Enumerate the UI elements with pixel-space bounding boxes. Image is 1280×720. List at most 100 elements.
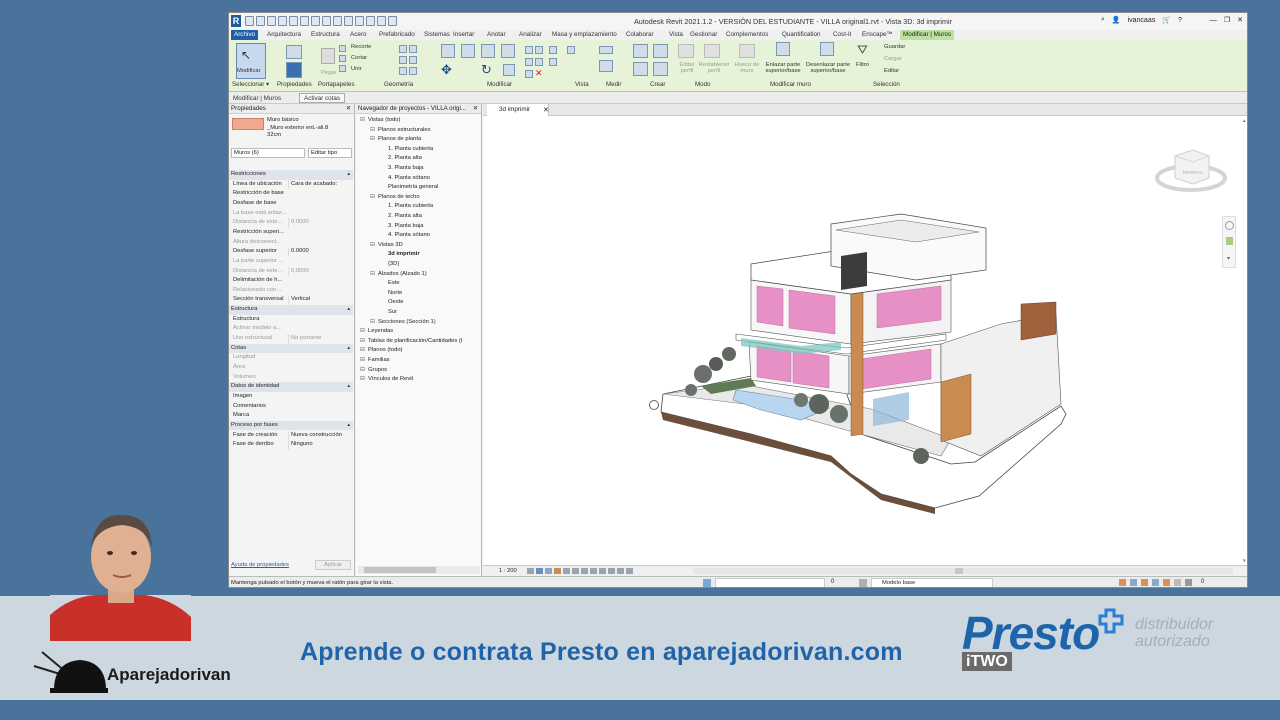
browser-item[interactable]: Familias — [368, 356, 390, 366]
section-icon[interactable] — [355, 16, 364, 26]
expand-toggle-icon[interactable]: ⊟ — [360, 366, 365, 376]
property-section[interactable]: Restricciones ▴ — [229, 170, 353, 180]
browser-item[interactable]: Alzados (Alzado 1) — [378, 270, 427, 280]
property-row[interactable]: Restricción de base — [229, 189, 353, 199]
array-icon[interactable] — [525, 58, 533, 66]
close-icon[interactable]: ✕ — [543, 106, 549, 114]
tab-masa-y-emplazamiento[interactable]: Masa y emplazamiento — [552, 30, 617, 40]
property-row[interactable]: Fase de creación Nueva construcción — [229, 430, 353, 441]
browser-item[interactable]: Planimetría general — [388, 183, 438, 193]
view-lines-icon[interactable] — [567, 46, 575, 54]
activate-dimensions-button[interactable]: Activar cotas — [299, 93, 346, 103]
measure-tool-icon[interactable] — [599, 46, 613, 54]
split-gap-icon[interactable] — [535, 46, 543, 54]
view-override-icon[interactable] — [549, 58, 557, 66]
tab-cost-it[interactable]: Cost-it — [833, 30, 851, 40]
collapse-icon[interactable]: ▴ — [347, 305, 350, 315]
property-value[interactable]: Ninguno — [288, 440, 348, 450]
browser-item[interactable]: Planos (todo) — [368, 346, 402, 356]
edit-selection-button[interactable]: Editar — [884, 68, 899, 74]
3d-model-view[interactable] — [641, 194, 1081, 524]
apply-button[interactable]: Aplicar — [315, 560, 351, 570]
expand-toggle-icon[interactable]: ⊟ — [360, 337, 365, 347]
property-value[interactable]: Vertical — [288, 295, 348, 306]
collapse-icon[interactable]: ▴ — [347, 170, 350, 180]
property-row[interactable]: Distancia de exte... 0.0000 — [229, 266, 353, 277]
revit-logo-icon[interactable]: R — [231, 15, 241, 27]
create-group-icon[interactable] — [633, 62, 648, 76]
sync-icon[interactable] — [267, 16, 276, 26]
browser-item[interactable]: Planos de planta — [378, 135, 421, 145]
property-row[interactable]: Estructura — [229, 315, 353, 325]
copy-icon[interactable] — [339, 45, 346, 52]
background-process-icon[interactable] — [1174, 579, 1181, 586]
expand-toggle-icon[interactable]: ⊟ — [370, 241, 375, 251]
paint-icon[interactable] — [409, 45, 417, 53]
search-icon[interactable]: ⌕ — [1101, 16, 1105, 24]
close-icon[interactable]: ✕ — [346, 104, 351, 114]
property-row[interactable]: Longitud — [229, 353, 353, 363]
scale-icon[interactable] — [535, 58, 543, 66]
properties-icon[interactable] — [286, 62, 302, 78]
property-row[interactable]: Activar modelo a... — [229, 324, 353, 334]
view-scale[interactable]: 1 : 200 — [499, 568, 517, 574]
text-icon[interactable] — [333, 16, 342, 26]
property-value[interactable]: Cara de acabado: — [288, 179, 348, 190]
property-row[interactable]: Comentarios — [229, 402, 353, 412]
create-assembly-icon[interactable] — [633, 44, 648, 58]
property-row[interactable]: Imagen — [229, 392, 353, 402]
browser-item[interactable]: Tablas de planificación/Cantidades (t — [368, 337, 462, 347]
detach-icon[interactable] — [820, 42, 834, 56]
expand-toggle-icon[interactable]: ⊟ — [370, 135, 375, 145]
collapse-icon[interactable]: ▴ — [347, 421, 350, 431]
cart-icon[interactable]: 🛒 — [1162, 16, 1171, 24]
workset-icon[interactable] — [703, 579, 711, 587]
reveal-hidden-icon[interactable] — [608, 568, 615, 574]
save-icon[interactable] — [256, 16, 265, 26]
collapse-icon[interactable]: ▴ — [347, 382, 350, 392]
measure-icon[interactable] — [311, 16, 320, 26]
browser-item[interactable]: Oeste — [388, 298, 403, 308]
render-icon[interactable] — [563, 568, 570, 574]
analytical-icon[interactable] — [617, 568, 624, 574]
user-icon[interactable]: 👤 — [1112, 16, 1121, 24]
nav-dropdown-icon[interactable]: ▾ — [1227, 255, 1230, 262]
browser-item[interactable]: 3. Planta baja — [388, 164, 423, 174]
worksets-dropdown[interactable] — [715, 578, 825, 587]
tab-acero[interactable]: Acero — [350, 30, 366, 40]
instance-selector[interactable]: Muros (6) — [231, 148, 305, 158]
detail-level-icon[interactable] — [527, 568, 534, 574]
shadows-icon[interactable] — [554, 568, 561, 574]
dimension-icon[interactable] — [322, 16, 331, 26]
property-row[interactable]: Línea de ubicación Cara de acabado: — [229, 179, 353, 190]
temporary-hide-icon[interactable] — [599, 568, 606, 574]
expand-toggle-icon[interactable]: ⊟ — [360, 116, 365, 126]
restore-button[interactable]: ❐ — [1224, 16, 1230, 24]
property-row[interactable]: Relacionado con ... — [229, 286, 353, 296]
print-icon[interactable] — [300, 16, 309, 26]
browser-item[interactable]: Leyendas — [368, 327, 393, 337]
tab-arquitectura[interactable]: Arquitectura — [267, 30, 301, 40]
browser-item[interactable]: 4. Planta sótano — [388, 231, 430, 241]
browser-item[interactable]: 1. Planta cubierta — [388, 202, 433, 212]
rotate-icon[interactable]: ↻ — [481, 62, 492, 78]
dimension-tool-icon[interactable] — [599, 60, 613, 72]
redo-icon[interactable] — [289, 16, 298, 26]
properties-help-link[interactable]: Ayuda de propiedades — [231, 562, 289, 568]
show-crop-icon[interactable] — [581, 568, 588, 574]
close-icon[interactable]: ✕ — [473, 104, 478, 114]
ribbon-group-label[interactable]: Seleccionar ▾ — [232, 81, 269, 88]
property-row[interactable]: Volumen — [229, 373, 353, 383]
horizontal-scrollbar[interactable] — [693, 568, 1233, 574]
property-row[interactable]: Fase de derribo Ninguno — [229, 440, 353, 450]
property-row[interactable]: Delimitación de h... — [229, 276, 353, 286]
expand-toggle-icon[interactable]: ⊟ — [360, 346, 365, 356]
align-tool-icon[interactable] — [441, 44, 455, 58]
select-pinned-icon[interactable] — [1141, 579, 1148, 586]
status-filter-icon[interactable] — [1185, 579, 1192, 586]
scroll-up-icon[interactable]: ▴ — [1243, 118, 1246, 124]
tab-3d-imprimir[interactable]: 3d imprimir — [487, 104, 550, 116]
cut-button[interactable]: Cortar — [351, 55, 367, 61]
type-properties-icon[interactable] — [286, 45, 302, 59]
property-row[interactable]: La base está enlaz... — [229, 209, 353, 219]
